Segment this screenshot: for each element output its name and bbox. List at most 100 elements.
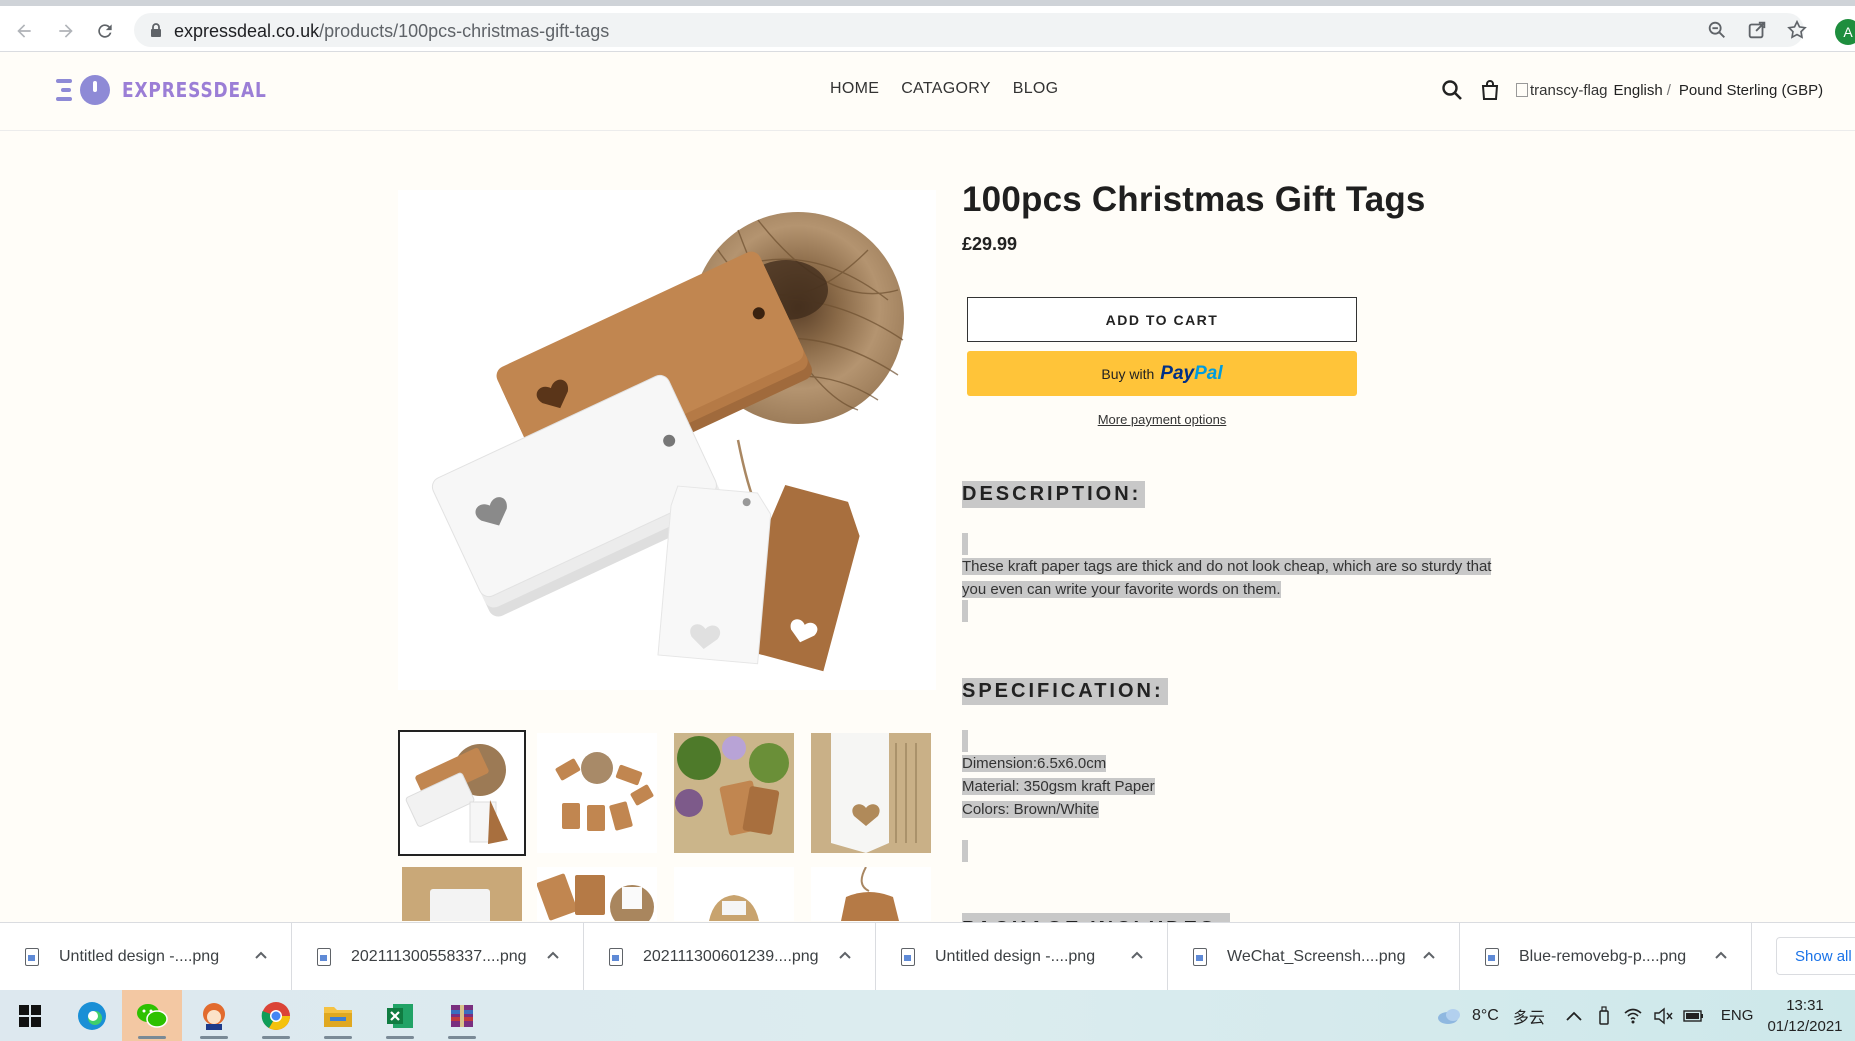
broken-image-icon xyxy=(1516,83,1528,97)
reload-icon xyxy=(98,24,112,38)
chevron-up-icon[interactable] xyxy=(1565,1009,1583,1023)
download-filename: WeChat_Screensh....png xyxy=(1227,948,1406,965)
chrome-icon xyxy=(261,1001,290,1030)
browser-toolbar: expressdeal.co.uk/products/100pcs-christ… xyxy=(0,6,1855,52)
header-tools: transcy-flag English / Pound Sterling (G… xyxy=(1440,78,1823,102)
nav-category[interactable]: CATAGORY xyxy=(901,80,991,98)
thumbnail-4[interactable] xyxy=(811,733,931,853)
wifi-icon[interactable] xyxy=(1623,1007,1643,1025)
product-info: 100pcs Christmas Gift Tags £29.99 ADD TO… xyxy=(962,180,1502,922)
address-bar[interactable]: expressdeal.co.uk/products/100pcs-christ… xyxy=(134,13,1807,47)
weather-description[interactable]: 多云 xyxy=(1513,1004,1545,1028)
product-gallery xyxy=(398,190,936,690)
flag-alt-text: transcy-flag xyxy=(1530,81,1608,99)
clock-date: 01/12/2021 xyxy=(1767,1018,1843,1035)
spec-colors: Colors: Brown/White xyxy=(962,801,1099,818)
paypal-logo-pal: Pal xyxy=(1194,362,1223,384)
cart-bag-icon[interactable] xyxy=(1478,78,1502,102)
product-title: 100pcs Christmas Gift Tags xyxy=(962,180,1426,219)
thumbnail-8[interactable] xyxy=(811,867,931,921)
currency-selector[interactable]: Pound Sterling (GBP) xyxy=(1679,82,1823,99)
package-heading-partial: PACKAGE INCLUDES: xyxy=(962,913,1230,922)
taskbar-app-character[interactable] xyxy=(184,990,244,1041)
thumbnail-7[interactable] xyxy=(674,867,794,921)
download-filename: Untitled design -....png xyxy=(935,948,1096,965)
thumbnail-3[interactable] xyxy=(674,733,794,853)
download-filename: Untitled design -....png xyxy=(59,948,220,965)
usb-device-icon[interactable] xyxy=(1597,1005,1611,1026)
profile-avatar[interactable]: A xyxy=(1835,19,1855,45)
url-text: expressdeal.co.uk/products/100pcs-christ… xyxy=(174,21,610,41)
selection-marker xyxy=(962,840,968,862)
thumbnail-5[interactable] xyxy=(402,867,522,921)
paypal-button[interactable]: Buy with Pay Pal xyxy=(967,351,1357,396)
forward-button[interactable] xyxy=(52,17,80,45)
reload-button[interactable] xyxy=(91,17,119,45)
taskbar-file-explorer[interactable] xyxy=(308,990,368,1041)
zoom-icon[interactable] xyxy=(1706,19,1728,41)
back-button[interactable] xyxy=(10,17,38,45)
download-item[interactable]: 202111300558337....png xyxy=(292,923,584,991)
windows-logo-icon xyxy=(19,1004,41,1027)
download-item[interactable]: WeChat_Screensh....png xyxy=(1168,923,1460,991)
menu-lines-icon xyxy=(56,75,78,105)
show-all-downloads-button[interactable]: Show all xyxy=(1776,937,1855,975)
image-file-icon xyxy=(317,948,331,966)
bookmark-star-icon[interactable] xyxy=(1786,19,1808,41)
taskbar-edge[interactable] xyxy=(62,990,122,1041)
arrow-right-icon xyxy=(59,24,73,38)
image-file-icon xyxy=(901,948,915,966)
chevron-up-icon[interactable] xyxy=(1129,947,1145,963)
language-flag[interactable]: transcy-flag xyxy=(1516,82,1608,99)
windows-taskbar: 8°C 多云 ENG 13:31 01/12/2021 xyxy=(0,990,1855,1041)
chevron-up-icon[interactable] xyxy=(837,947,853,963)
taskbar-winrar[interactable] xyxy=(432,990,492,1041)
download-item[interactable]: Blue-removebg-p....png xyxy=(1460,923,1752,991)
download-filename: Blue-removebg-p....png xyxy=(1519,948,1687,965)
excel-icon xyxy=(387,1003,413,1028)
download-item[interactable]: Untitled design -....png xyxy=(876,923,1168,991)
language-selector[interactable]: English xyxy=(1614,82,1663,99)
download-item[interactable]: 202111300601239....png xyxy=(584,923,876,991)
spec-material: Material: 350gsm kraft Paper xyxy=(962,778,1155,795)
download-filename: 202111300601239....png xyxy=(643,948,819,965)
nav-blog[interactable]: BLOG xyxy=(1013,80,1059,98)
thumbnail-2[interactable] xyxy=(537,733,657,853)
chevron-up-icon[interactable] xyxy=(1421,947,1437,963)
main-navigation: HOME CATAGORY BLOG xyxy=(830,80,1058,98)
download-shelf: Untitled design -....png 202111300558337… xyxy=(0,922,1855,991)
product-price: £29.99 xyxy=(962,234,1018,254)
nav-home[interactable]: HOME xyxy=(830,80,879,98)
battery-icon[interactable] xyxy=(1683,1009,1705,1023)
chevron-up-icon[interactable] xyxy=(253,947,269,963)
cloud-weather-icon[interactable] xyxy=(1436,1006,1464,1026)
input-language[interactable]: ENG xyxy=(1721,1007,1754,1024)
product-main-image[interactable] xyxy=(398,190,936,690)
thumbnail-1[interactable] xyxy=(398,730,526,856)
taskbar-excel[interactable] xyxy=(370,990,430,1041)
more-payment-options-link[interactable]: More payment options xyxy=(967,412,1357,427)
taskbar-chrome[interactable] xyxy=(246,990,306,1041)
search-icon[interactable] xyxy=(1440,78,1464,102)
description-line-1: These kraft paper tags are thick and do … xyxy=(962,558,1492,575)
thumbnail-6[interactable] xyxy=(537,867,657,921)
site-logo[interactable]: EXPRESSDEAL xyxy=(56,75,292,105)
add-to-cart-button[interactable]: ADD TO CART xyxy=(967,297,1357,342)
weather-temperature[interactable]: 8°C xyxy=(1472,1007,1499,1025)
lock-icon xyxy=(151,23,161,37)
start-button[interactable] xyxy=(0,990,60,1041)
image-file-icon xyxy=(1193,948,1207,966)
taskbar-wechat[interactable] xyxy=(122,990,182,1041)
logo-wordmark: EXPRESSDEAL xyxy=(122,78,267,102)
download-item[interactable]: Untitled design -....png xyxy=(0,923,292,991)
description-text: These kraft paper tags are thick and do … xyxy=(962,555,1502,601)
image-file-icon xyxy=(25,948,39,966)
arrow-left-icon xyxy=(17,24,31,38)
separator: / xyxy=(1666,81,1671,99)
share-icon[interactable] xyxy=(1746,19,1768,41)
archive-icon xyxy=(451,1004,473,1027)
chevron-up-icon[interactable] xyxy=(1713,947,1729,963)
volume-muted-icon[interactable] xyxy=(1653,1007,1673,1025)
chevron-up-icon[interactable] xyxy=(545,947,561,963)
taskbar-clock[interactable]: 13:31 01/12/2021 xyxy=(1760,995,1850,1037)
